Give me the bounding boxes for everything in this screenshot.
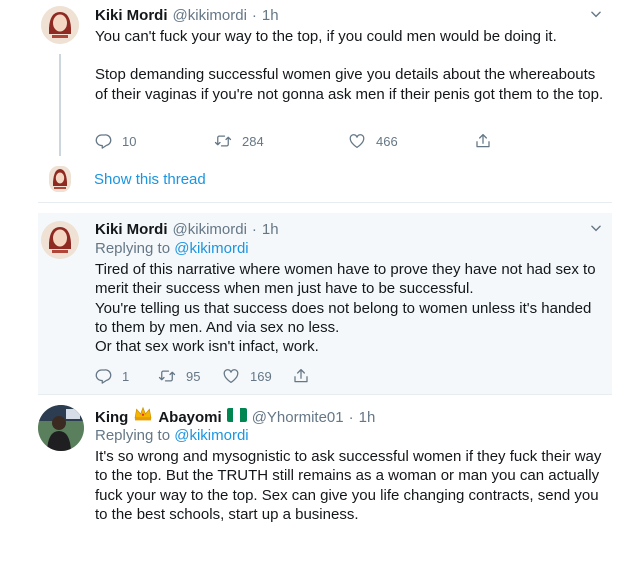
avatar-illustration: [41, 221, 79, 259]
like-button[interactable]: 466: [348, 132, 474, 150]
show-thread-link[interactable]: Show this thread: [94, 171, 206, 188]
avatar-illustration: [49, 166, 71, 192]
retweet-count: 284: [242, 133, 264, 149]
timestamp[interactable]: 1h: [262, 221, 279, 238]
like-button[interactable]: 169: [222, 367, 292, 385]
username[interactable]: @kikimordi: [173, 7, 247, 24]
reply-count: 10: [122, 133, 137, 149]
tweet-paragraph: Stop demanding successful women give you…: [95, 66, 604, 103]
username[interactable]: @kikimordi: [173, 221, 247, 238]
thread-connector: [59, 54, 61, 156]
share-icon: [292, 367, 310, 385]
heart-icon: [348, 132, 366, 150]
tweet-header: Kiki Mordi @kikimordi · 1h: [95, 7, 279, 24]
display-name-first[interactable]: King: [95, 409, 128, 426]
replying-to-label: Replying to: [95, 240, 171, 257]
separator-dot: ·: [251, 221, 257, 238]
replying-to-label: Replying to: [95, 427, 171, 444]
tweet-kiki-1[interactable]: Kiki Mordi @kikimordi · 1h You can't fuc…: [0, 0, 626, 200]
crown-emoji-icon: [134, 406, 152, 421]
chevron-down-icon[interactable]: [589, 221, 603, 238]
display-name[interactable]: Kiki Mordi: [95, 221, 168, 238]
reply-icon: [94, 132, 112, 150]
retweet-count: 95: [186, 368, 201, 384]
tweet-header: King Abayomi @Yhormite01 · 1h: [95, 406, 375, 426]
tweet-text: You can't fuck your way to the top, if y…: [95, 27, 607, 104]
separator-dot: ·: [251, 7, 257, 24]
timestamp[interactable]: 1h: [262, 7, 279, 24]
nigeria-flag-icon: [226, 408, 247, 422]
tweet-text: Tired of this narrative where women have…: [95, 260, 607, 356]
avatar[interactable]: [41, 6, 79, 44]
display-name-second[interactable]: Abayomi: [158, 409, 221, 426]
avatar-small[interactable]: [49, 166, 71, 192]
retweet-button[interactable]: 95: [158, 367, 222, 385]
reply-button[interactable]: 1: [94, 367, 158, 385]
retweet-button[interactable]: 284: [214, 132, 348, 150]
avatar[interactable]: [41, 221, 79, 259]
divider: [38, 202, 612, 203]
reply-button[interactable]: 10: [94, 132, 214, 150]
tweet-paragraph: It's so wrong and mysognistic to ask suc…: [95, 448, 602, 523]
avatar[interactable]: [38, 405, 84, 451]
separator-dot: ·: [348, 409, 354, 426]
replying-to: Replying to @kikimordi: [95, 427, 249, 444]
tweet-paragraph: Tired of this narrative where women have…: [95, 261, 596, 298]
reply-icon: [94, 367, 112, 385]
avatar-illustration: [41, 6, 79, 44]
retweet-icon: [214, 132, 232, 150]
tweet-text: It's so wrong and mysognistic to ask suc…: [95, 447, 607, 524]
reply-count: 1: [122, 368, 130, 384]
replying-to: Replying to @kikimordi: [95, 240, 249, 257]
retweet-icon: [158, 367, 176, 385]
tweet-paragraph: You can't fuck your way to the top, if y…: [95, 28, 557, 45]
tweet-kiki-2[interactable]: Kiki Mordi @kikimordi · 1h Replying to @…: [0, 213, 626, 394]
chevron-down-icon[interactable]: [589, 7, 603, 24]
share-icon: [474, 132, 492, 150]
username[interactable]: @Yhormite01: [252, 409, 344, 426]
display-name[interactable]: Kiki Mordi: [95, 7, 168, 24]
tweet-header: Kiki Mordi @kikimordi · 1h: [95, 221, 279, 238]
tweet-actions: 1 95 169: [94, 367, 310, 385]
tweet-paragraph: You're telling us that success does not …: [95, 299, 592, 336]
like-count: 169: [250, 368, 272, 384]
replying-to-handle[interactable]: @kikimordi: [174, 427, 248, 444]
like-count: 466: [376, 133, 398, 149]
tweet-paragraph: Or that sex work isn't infact, work.: [95, 338, 319, 356]
heart-icon: [222, 367, 240, 385]
share-button[interactable]: [292, 367, 310, 385]
replying-to-handle[interactable]: @kikimordi: [174, 240, 248, 257]
tweet-actions: 10 284 466: [94, 132, 492, 150]
tweet-king-abayomi[interactable]: King Abayomi @Yhormite01 · 1h Replying t…: [0, 395, 626, 563]
avatar-photo: [38, 405, 84, 451]
timestamp[interactable]: 1h: [359, 409, 376, 426]
share-button[interactable]: [474, 132, 492, 150]
